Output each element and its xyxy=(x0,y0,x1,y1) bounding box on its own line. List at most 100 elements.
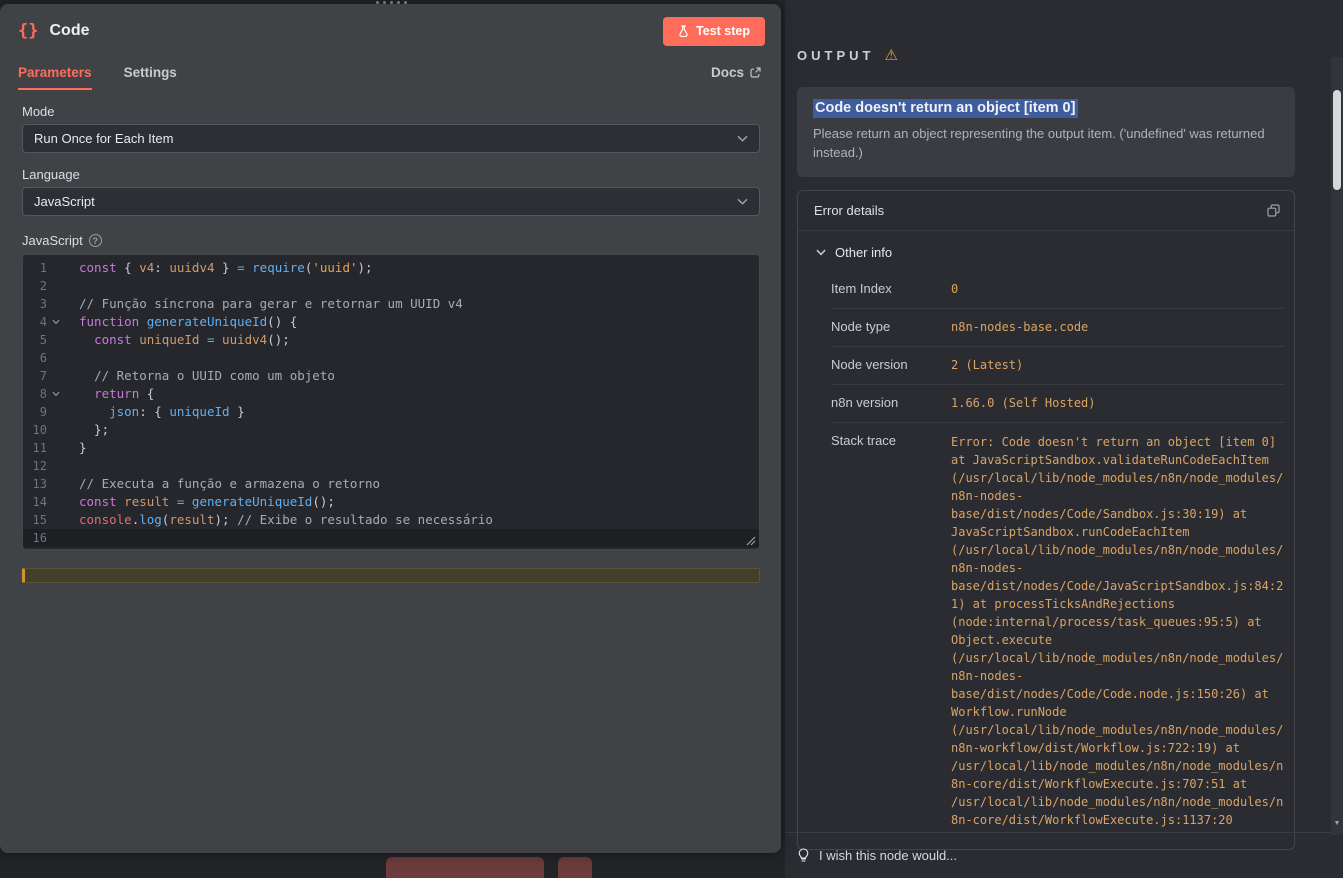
line-number: 15 xyxy=(23,511,47,529)
line-number: 7 xyxy=(23,367,47,385)
mode-select[interactable]: Run Once for Each Item xyxy=(22,124,760,153)
detail-row: Node typen8n-nodes-base.code xyxy=(831,309,1284,347)
editor-label: JavaScript xyxy=(22,233,83,248)
feedback-label: I wish this node would... xyxy=(819,848,957,863)
code-line[interactable]: 1 const { v4: uuidv4 } = require('uuid'); xyxy=(23,259,759,277)
node-header: {} Code Test step xyxy=(0,4,781,58)
code-node-icon: {} xyxy=(18,21,38,41)
code-line[interactable]: 7 // Retorna o UUID como um objeto xyxy=(23,367,759,385)
mode-value: Run Once for Each Item xyxy=(34,131,173,146)
code-line[interactable]: 12 xyxy=(23,457,759,475)
code-text: function generateUniqueId() { xyxy=(65,313,759,331)
code-text: return { xyxy=(65,385,759,403)
code-line[interactable]: 11} xyxy=(23,439,759,457)
detail-key: Stack trace xyxy=(831,433,951,829)
test-step-button[interactable]: Test step xyxy=(663,17,765,46)
docs-label: Docs xyxy=(711,65,744,80)
fold-spacer xyxy=(47,457,65,475)
fold-spacer xyxy=(47,259,65,277)
code-line[interactable]: 15 console.log(result); // Exibe o result… xyxy=(23,511,759,529)
external-link-icon xyxy=(750,67,761,78)
code-line[interactable]: 13// Executa a função e armazena o retor… xyxy=(23,475,759,493)
tab-parameters[interactable]: Parameters xyxy=(18,65,92,90)
line-number: 10 xyxy=(23,421,47,439)
code-text xyxy=(65,529,759,547)
code-text: json: { uniqueId } xyxy=(65,403,759,421)
detail-value: 2 (Latest) xyxy=(951,357,1284,374)
background-action-button-wide[interactable] xyxy=(386,857,544,878)
code-line[interactable]: 10 }; xyxy=(23,421,759,439)
background-action-button-small[interactable] xyxy=(558,857,592,878)
detail-key: Node version xyxy=(831,357,951,374)
feedback-footer[interactable]: I wish this node would... xyxy=(785,832,1343,878)
detail-value: 1.66.0 (Self Hosted) xyxy=(951,395,1284,412)
fold-spacer xyxy=(47,475,65,493)
code-line[interactable]: 5 const uniqueId = uuidv4(); xyxy=(23,331,759,349)
code-text: }; xyxy=(65,421,759,439)
chevron-down-icon xyxy=(737,135,748,142)
error-details-header: Error details xyxy=(798,191,1294,231)
fold-chevron-icon[interactable] xyxy=(47,313,65,331)
line-number: 5 xyxy=(23,331,47,349)
code-line[interactable]: 9 json: { uniqueId } xyxy=(23,403,759,421)
line-number: 14 xyxy=(23,493,47,511)
output-title: OUTPUT xyxy=(797,48,874,63)
code-line[interactable]: 14const result = generateUniqueId(); xyxy=(23,493,759,511)
help-icon[interactable]: ? xyxy=(89,234,102,247)
error-details-title: Error details xyxy=(814,203,884,218)
scrollbar-thumb[interactable] xyxy=(1333,90,1341,190)
detail-key: n8n version xyxy=(831,395,951,412)
other-info-label: Other info xyxy=(835,245,892,260)
code-line[interactable]: 16 xyxy=(23,529,759,547)
detail-row: Stack traceError: Code doesn't return an… xyxy=(831,423,1284,839)
fold-spacer xyxy=(47,403,65,421)
line-number: 12 xyxy=(23,457,47,475)
code-line[interactable]: 8 return { xyxy=(23,385,759,403)
copy-icon[interactable] xyxy=(1267,204,1280,217)
line-number: 2 xyxy=(23,277,47,295)
fold-spacer xyxy=(47,439,65,457)
output-header: OUTPUT ⚠ xyxy=(797,48,1295,63)
other-info-toggle[interactable]: Other info xyxy=(798,231,1294,269)
error-title-text: Code doesn't return an object [item 0] xyxy=(813,99,1078,118)
line-number: 6 xyxy=(23,349,47,367)
fold-spacer xyxy=(47,349,65,367)
line-number: 4 xyxy=(23,313,47,331)
node-title[interactable]: Code xyxy=(49,22,89,40)
code-line[interactable]: 4 function generateUniqueId() { xyxy=(23,313,759,331)
editor-hint xyxy=(22,568,760,583)
fold-chevron-icon[interactable] xyxy=(47,385,65,403)
tab-settings[interactable]: Settings xyxy=(124,65,177,90)
output-scrollbar[interactable]: ▼ xyxy=(1331,57,1343,835)
docs-link[interactable]: Docs xyxy=(711,65,761,90)
code-editor[interactable]: 1 const { v4: uuidv4 } = require('uuid');… xyxy=(22,254,760,550)
scrollbar-down-arrow[interactable]: ▼ xyxy=(1331,820,1343,827)
code-text: // Executa a função e armazena o retorno xyxy=(65,475,759,493)
test-step-label: Test step xyxy=(696,24,750,38)
error-details-card: Error details Other info Item Index0Node… xyxy=(797,190,1295,850)
code-text: const { v4: uuidv4 } = require('uuid'); xyxy=(65,259,759,277)
line-number: 8 xyxy=(23,385,47,403)
node-settings-panel: {} Code Test step Parameters Settings Do… xyxy=(0,4,781,853)
resize-grip-icon[interactable] xyxy=(746,536,756,546)
language-select[interactable]: JavaScript xyxy=(22,187,760,216)
line-number: 9 xyxy=(23,403,47,421)
chevron-down-icon xyxy=(816,249,826,256)
detail-key: Node type xyxy=(831,319,951,336)
panel-drag-handle[interactable] xyxy=(376,1,407,4)
line-number: 1 xyxy=(23,259,47,277)
parameters-body: Mode Run Once for Each Item Language Jav… xyxy=(0,90,781,583)
warning-icon: ⚠ xyxy=(884,48,897,63)
code-text: const uniqueId = uuidv4(); xyxy=(65,331,759,349)
code-line[interactable]: 2 xyxy=(23,277,759,295)
code-line[interactable]: 3// Função síncrona para gerar e retorna… xyxy=(23,295,759,313)
fold-spacer xyxy=(47,421,65,439)
code-line[interactable]: 6 xyxy=(23,349,759,367)
language-value: JavaScript xyxy=(34,194,95,209)
code-text: console.log(result); // Exibe o resultad… xyxy=(65,511,759,529)
workflow-background: {} Code Test step Parameters Settings Do… xyxy=(0,0,1343,878)
line-number: 3 xyxy=(23,295,47,313)
detail-row: Node version2 (Latest) xyxy=(831,347,1284,385)
code-text xyxy=(65,277,759,295)
code-text xyxy=(65,457,759,475)
